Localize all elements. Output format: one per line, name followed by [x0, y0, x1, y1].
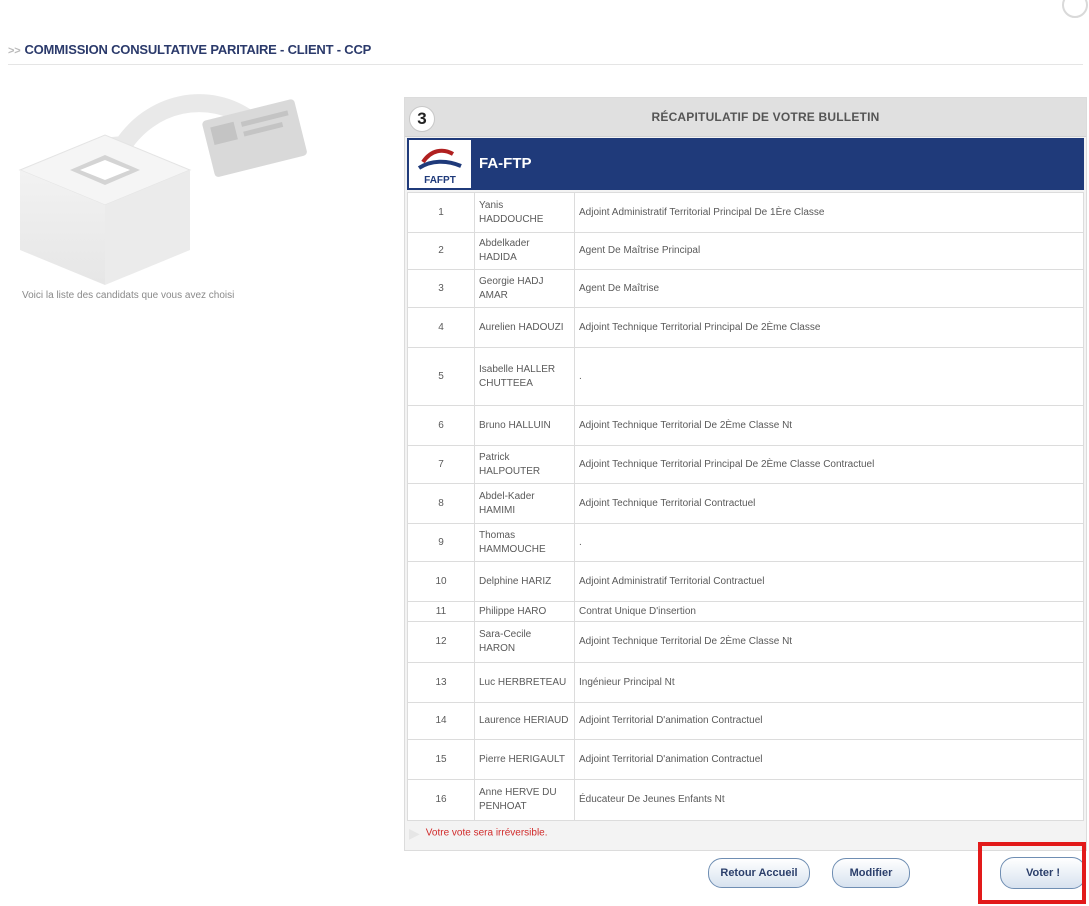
candidate-row: 5 Isabelle HALLER CHUTTEEA. — [407, 347, 1084, 406]
candidate-name: Pierre HERIGAULT — [474, 739, 575, 780]
panel-title: RÉCAPITULATIF DE VOTRE BULLETIN — [651, 110, 880, 124]
back-home-button[interactable]: Retour Accueil — [708, 858, 810, 888]
selection-caption: Voici la liste des candidats que vous av… — [22, 290, 235, 301]
logo-text: FAFPT — [424, 175, 456, 186]
candidate-grade: Contrat Unique D'insertion — [574, 601, 1084, 622]
candidate-number: 2 — [407, 232, 475, 270]
ballot-box-illustration — [18, 94, 307, 285]
candidate-grade: Adjoint Technique Territorial De 2Ème Cl… — [574, 405, 1084, 446]
candidate-number: 4 — [407, 307, 475, 348]
candidate-grade: Adjoint Administratif Territorial Contra… — [574, 561, 1084, 602]
triangle-icon: ▶ — [409, 825, 420, 841]
candidate-number: 7 — [407, 445, 475, 484]
candidate-name: Aurelien HADOUZI — [474, 307, 575, 348]
candidate-name: Abdel-Kader HAMIMI — [474, 483, 575, 524]
candidate-name: Patrick HALPOUTER — [474, 445, 575, 484]
candidate-name: Delphine HARIZ — [474, 561, 575, 602]
candidate-name: Georgie HADJ AMAR — [474, 269, 575, 308]
candidate-number: 5 — [407, 347, 475, 406]
candidate-row: 9 Thomas HAMMOUCHE. — [407, 523, 1084, 562]
candidate-row: 3 Georgie HADJ AMAR Agent De Maîtrise — [407, 269, 1084, 308]
candidate-grade: Agent De Maîtrise — [574, 269, 1084, 308]
candidate-row: 12 Sara-Cecile HARON Adjoint Technique Ter… — [407, 621, 1084, 663]
candidate-row: 8 Abdel-Kader HAMIMI Adjoint Technique Ter… — [407, 483, 1084, 524]
candidate-number: 3 — [407, 269, 475, 308]
candidate-number: 1 — [407, 192, 475, 233]
step-badge: 3 — [409, 106, 435, 132]
candidate-row: 16 Anne HERVE DU PENHOAT Éducateur De Jeun… — [407, 779, 1084, 821]
list-name: FA-FTP — [479, 155, 532, 172]
candidate-number: 12 — [407, 621, 475, 663]
panel-header: 3 RÉCAPITULATIF DE VOTRE BULLETIN — [405, 98, 1086, 137]
candidate-number: 9 — [407, 523, 475, 562]
candidates-table: 1 Yanis HADDOUCHE Adjoint Administratif Te… — [407, 192, 1084, 821]
candidate-row: 2 Abdelkader HADIDA Agent De Maîtrise Prin… — [407, 232, 1084, 270]
corner-decoration — [1062, 0, 1088, 18]
candidate-row: 7 Patrick HALPOUTER Adjoint Technique Terr… — [407, 445, 1084, 484]
candidate-number: 14 — [407, 702, 475, 740]
fafpt-logo: FAFPT — [409, 140, 471, 188]
candidate-name: Abdelkader HADIDA — [474, 232, 575, 270]
candidate-row: 11 Philippe HARO Contrat Unique D'insertio… — [407, 601, 1084, 622]
page-header: >> COMMISSION CONSULTATIVE PARITAIRE - CL… — [8, 42, 1083, 65]
candidate-row: 1 Yanis HADDOUCHE Adjoint Administratif Te… — [407, 192, 1084, 233]
candidate-grade: Adjoint Territorial D'animation Contract… — [574, 702, 1084, 740]
modify-button[interactable]: Modifier — [832, 858, 910, 888]
candidate-name: Laurence HERIAUD — [474, 702, 575, 740]
candidate-number: 8 — [407, 483, 475, 524]
candidate-row: 13 Luc HERBRETEAU Ingénieur Principal Nt — [407, 662, 1084, 703]
candidate-grade: Agent De Maîtrise Principal — [574, 232, 1084, 270]
candidate-number: 15 — [407, 739, 475, 780]
candidate-name: Anne HERVE DU PENHOAT — [474, 779, 575, 821]
candidate-grade: Adjoint Technique Territorial Principal … — [574, 307, 1084, 348]
candidate-number: 13 — [407, 662, 475, 703]
candidate-grade: Adjoint Administratif Territorial Princi… — [574, 192, 1084, 233]
candidate-name: Isabelle HALLER CHUTTEEA — [474, 347, 575, 406]
ballot-summary-panel: 3 RÉCAPITULATIF DE VOTRE BULLETIN FAFPT … — [404, 97, 1087, 851]
candidate-name: Yanis HADDOUCHE — [474, 192, 575, 233]
candidate-grade: Adjoint Technique Territorial De 2Ème Cl… — [574, 621, 1084, 663]
list-header: FAFPT FA-FTP — [407, 138, 1084, 190]
candidate-row: 15 Pierre HERIGAULT Adjoint Territorial D'… — [407, 739, 1084, 780]
candidate-name: Sara-Cecile HARON — [474, 621, 575, 663]
candidate-number: 16 — [407, 779, 475, 821]
candidate-grade: Ingénieur Principal Nt — [574, 662, 1084, 703]
candidate-number: 11 — [407, 601, 475, 622]
vote-button-highlight — [978, 842, 1086, 904]
candidate-grade: . — [574, 347, 1084, 406]
candidate-name: Luc HERBRETEAU — [474, 662, 575, 703]
candidate-grade: Éducateur De Jeunes Enfants Nt — [574, 779, 1084, 821]
double-arrow-icon: >> — [8, 45, 21, 57]
candidate-grade: . — [574, 523, 1084, 562]
candidate-name: Bruno HALLUIN — [474, 405, 575, 446]
candidate-grade: Adjoint Technique Territorial Contractue… — [574, 483, 1084, 524]
candidate-grade: Adjoint Technique Territorial Principal … — [574, 445, 1084, 484]
candidate-number: 6 — [407, 405, 475, 446]
candidate-number: 10 — [407, 561, 475, 602]
candidate-grade: Adjoint Territorial D'animation Contract… — [574, 739, 1084, 780]
candidate-name: Thomas HAMMOUCHE — [474, 523, 575, 562]
candidate-row: 10 Delphine HARIZ Adjoint Administratif Te… — [407, 561, 1084, 602]
warning-text: Votre vote sera irréversible. — [425, 827, 548, 839]
candidate-row: 6 Bruno HALLUIN Adjoint Technique Territor… — [407, 405, 1084, 446]
candidate-name: Philippe HARO — [474, 601, 575, 622]
candidate-row: 14 Laurence HERIAUD Adjoint Territorial D'… — [407, 702, 1084, 740]
candidate-row: 4 Aurelien HADOUZI Adjoint Technique Terri… — [407, 307, 1084, 348]
page-title: COMMISSION CONSULTATIVE PARITAIRE - CLIE… — [24, 42, 372, 57]
